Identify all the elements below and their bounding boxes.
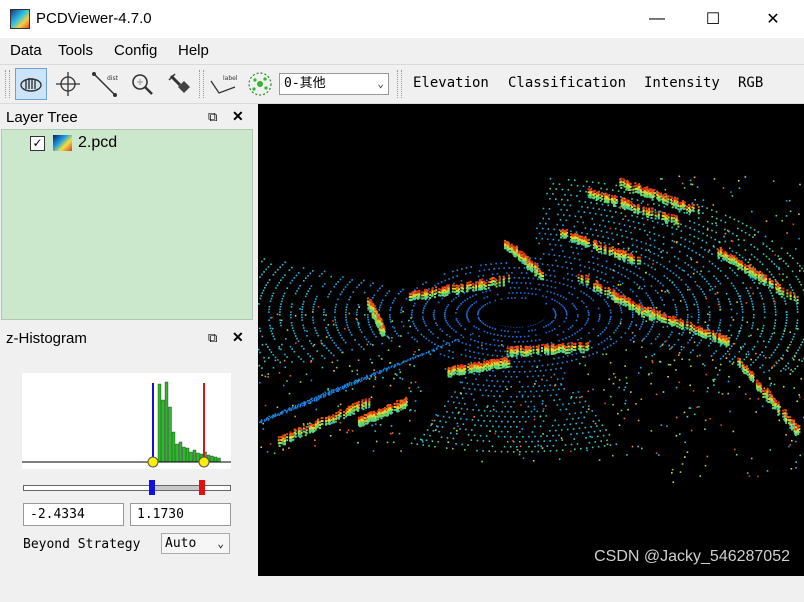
classify-icon	[248, 72, 272, 96]
measure-distance-button[interactable]: dist	[89, 68, 121, 100]
histogram-min-knob	[147, 456, 159, 468]
layer-tree-title: Layer Tree	[6, 109, 78, 126]
rotate-icon	[20, 78, 42, 92]
title-bar: PCDViewer-4.7.0 — ☐ ✕	[0, 0, 804, 38]
histogram-plot	[22, 373, 231, 469]
chevron-down-icon: ⌄	[217, 537, 224, 550]
pick-point-button[interactable]	[52, 68, 84, 100]
histogram-bar	[164, 381, 169, 463]
toolbar-grip[interactable]	[5, 70, 10, 98]
minimize-button[interactable]: —	[634, 0, 680, 38]
label-button[interactable]: label	[207, 68, 239, 100]
mode-rgb-button[interactable]: RGB	[738, 75, 763, 91]
label-icon: label	[210, 75, 237, 94]
layer-checkbox[interactable]: ✓	[30, 136, 45, 151]
brush-button[interactable]	[163, 68, 195, 100]
measure-distance-icon: dist	[92, 72, 119, 97]
zoom-button[interactable]	[126, 68, 158, 100]
float-icon[interactable]: ⧉	[208, 330, 217, 346]
range-slider-max-handle[interactable]	[199, 480, 205, 495]
close-button[interactable]: ✕	[750, 0, 796, 38]
histogram-bar	[178, 441, 183, 463]
histogram-max-knob	[198, 456, 210, 468]
menu-config[interactable]: Config	[114, 42, 157, 59]
histogram-bar	[168, 406, 172, 463]
window-title: PCDViewer-4.7.0	[36, 10, 152, 27]
classify-button[interactable]	[244, 68, 276, 100]
histogram-bar	[213, 456, 218, 463]
point-cloud-canvas[interactable]	[258, 104, 804, 576]
point-cloud-icon	[53, 135, 72, 151]
menu-tools[interactable]: Tools	[58, 42, 93, 59]
min-value-field[interactable]	[23, 503, 124, 526]
histogram-bar	[171, 431, 176, 463]
range-slider-min-handle[interactable]	[149, 480, 155, 495]
watermark: CSDN @Jacky_546287052	[594, 548, 790, 565]
histogram-bar	[189, 451, 193, 463]
histogram-svg	[22, 381, 231, 468]
mode-intensity-button[interactable]: Intensity	[644, 75, 720, 91]
histogram-bar	[192, 449, 197, 463]
menu-help[interactable]: Help	[178, 42, 209, 59]
toolbar-separator-2	[397, 70, 402, 98]
close-icon[interactable]: ✕	[232, 108, 244, 125]
beyond-strategy-value: Auto	[165, 536, 197, 551]
rotate-tool-button[interactable]	[15, 68, 47, 100]
histogram-bar	[157, 383, 162, 463]
layer-tree-dock-title: Layer Tree ⧉ ✕	[0, 106, 254, 128]
class-select-value: 0-其他	[284, 76, 326, 91]
svg-text:label: label	[223, 75, 237, 82]
float-icon[interactable]: ⧉	[208, 109, 217, 125]
beyond-strategy-label: Beyond Strategy	[23, 537, 141, 552]
histogram-bar	[217, 457, 221, 463]
pick-point-icon	[56, 72, 80, 96]
chevron-down-icon: ⌄	[377, 77, 384, 90]
mode-elevation-button[interactable]: Elevation	[413, 75, 489, 91]
histogram-dock-title: z-Histogram ⧉ ✕	[0, 327, 254, 349]
close-icon[interactable]: ✕	[232, 329, 244, 346]
histogram-bar	[161, 399, 165, 463]
range-slider-selection	[152, 486, 202, 490]
histogram-bar	[210, 455, 214, 463]
histogram-bar	[182, 446, 186, 463]
toolbar-separator	[199, 70, 204, 98]
class-select[interactable]: 0-其他 ⌄	[279, 73, 389, 95]
maximize-button[interactable]: ☐	[690, 0, 736, 38]
histogram-title: z-Histogram	[6, 330, 87, 347]
app-icon	[10, 9, 30, 29]
menu-data[interactable]: Data	[10, 42, 42, 59]
svg-text:dist: dist	[107, 75, 119, 82]
brush-icon	[168, 73, 190, 93]
point-cloud-viewport[interactable]: CSDN @Jacky_546287052	[258, 104, 804, 576]
beyond-strategy-select[interactable]: Auto ⌄	[161, 533, 230, 554]
layer-tree-panel	[1, 129, 253, 320]
mode-classification-button[interactable]: Classification	[508, 75, 626, 91]
layer-name[interactable]: 2.pcd	[78, 134, 117, 152]
histogram-bar	[175, 443, 179, 463]
zoom-icon	[132, 74, 153, 95]
histogram-bar	[185, 447, 190, 463]
max-value-field[interactable]	[130, 503, 231, 526]
